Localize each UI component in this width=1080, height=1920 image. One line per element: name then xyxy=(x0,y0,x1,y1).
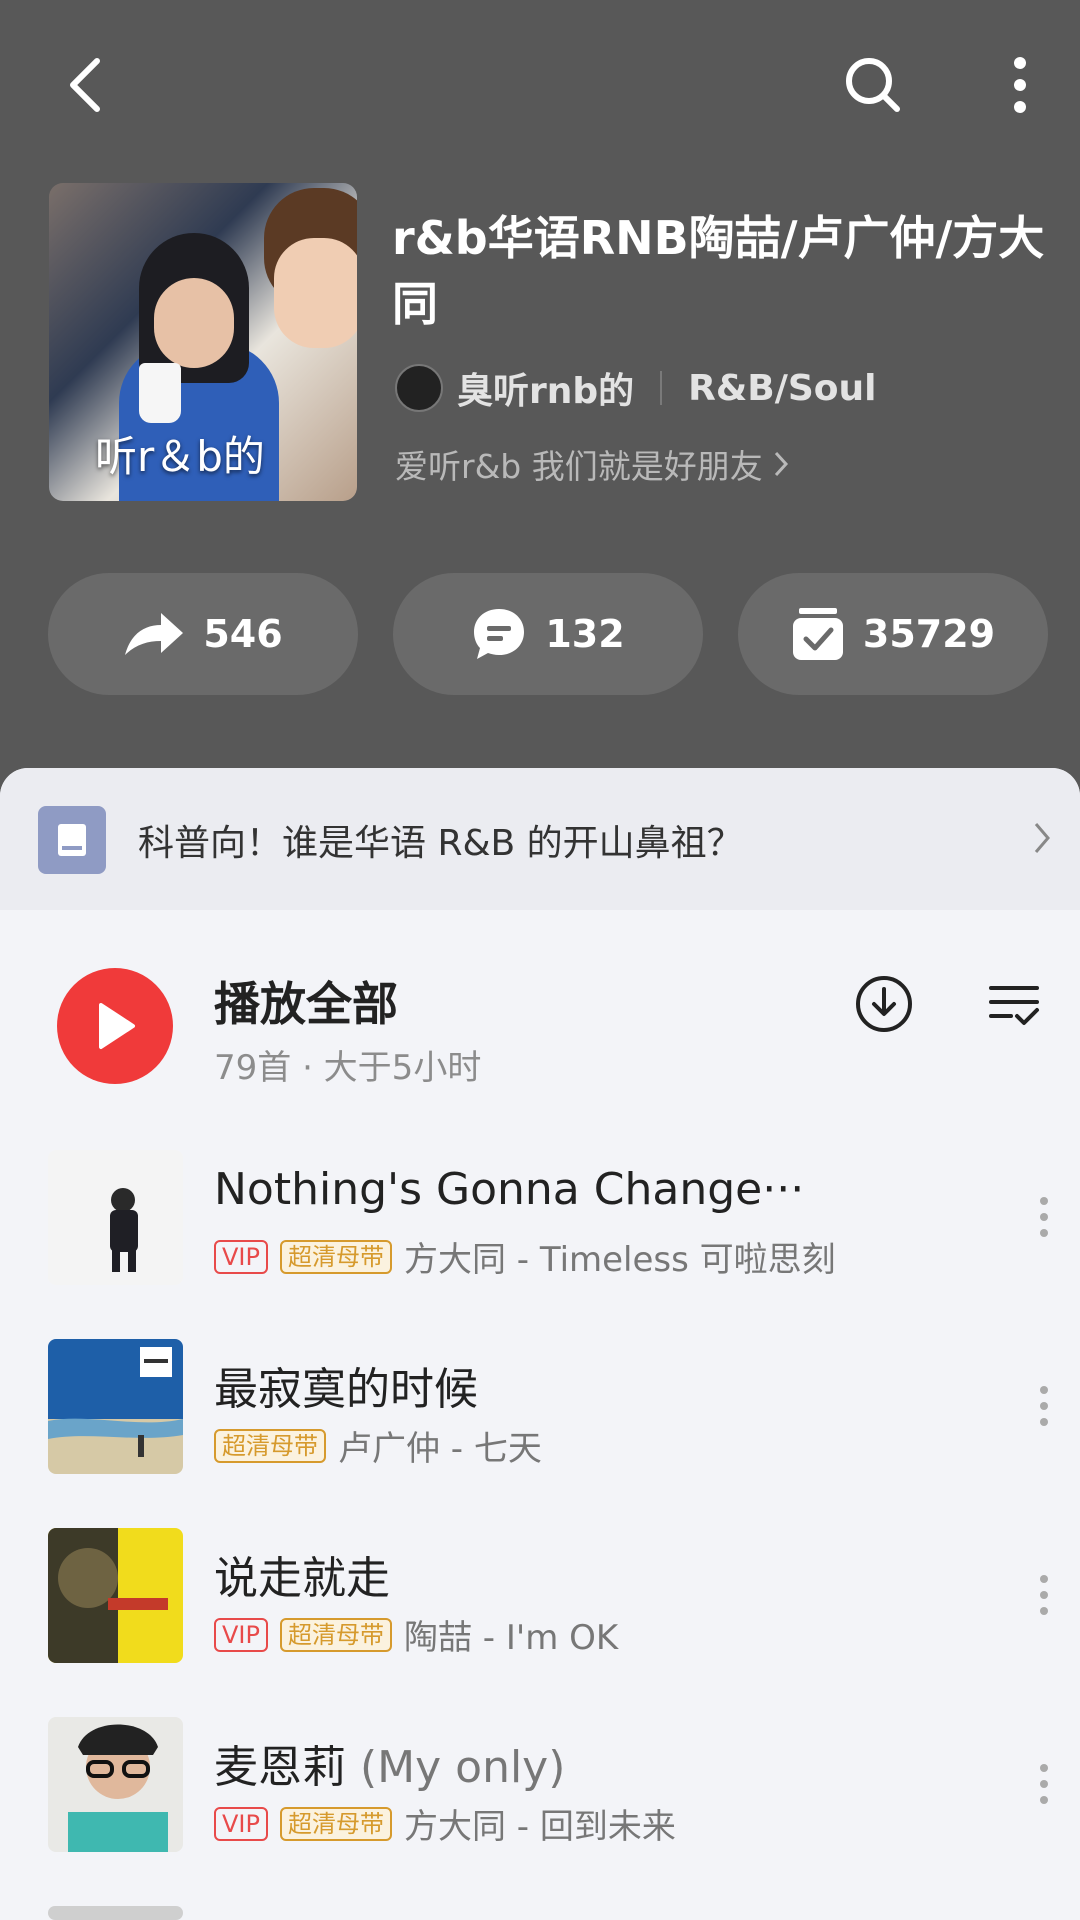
playlist-cover[interactable]: 听r＆b的 xyxy=(49,183,357,501)
song-meta: VIP 超清母带 方大同 - 回到未来 xyxy=(214,1799,676,1848)
more-vertical-icon xyxy=(1040,1575,1048,1615)
chevron-right-icon xyxy=(1034,823,1050,853)
playlist-title: r&b华语RNB陶喆/卢广仲/方大同 xyxy=(392,211,1045,331)
playlist-description[interactable]: 爱听r&b 我们就是好朋友 xyxy=(395,440,791,488)
song-artist-album: 方大同 - 回到未来 xyxy=(403,1807,676,1847)
song-artist-album: 方大同 - Timeless 可啦思刻 xyxy=(403,1240,836,1280)
quality-badge: 超清母带 xyxy=(214,1428,326,1463)
song-artist-album: 陶喆 - I'm OK xyxy=(403,1618,619,1658)
song-list-sheet: 科普向！谁是华语 R&B 的开山鼻祖？ 播放全部 79首 · 大于5小时 Not… xyxy=(0,768,1080,1920)
song-row[interactable]: 麦恩莉 (My only) VIP 超清母带 方大同 - 回到未来 xyxy=(0,1717,1080,1857)
back-button[interactable] xyxy=(55,50,115,120)
back-arrow-icon xyxy=(70,58,100,112)
quality-badge: 超清母带 xyxy=(279,1617,392,1652)
song-row[interactable]: Nothing's Gonna Change··· VIP 超清母带 方大同 -… xyxy=(0,1150,1080,1290)
play-icon xyxy=(99,1003,135,1049)
song-title: 说走就走 xyxy=(214,1553,390,1604)
list-check-icon xyxy=(989,986,1039,1025)
vip-badge: VIP xyxy=(214,1239,268,1274)
song-row[interactable] xyxy=(0,1906,1080,1920)
song-artist-album: 卢广仲 - 七天 xyxy=(338,1429,542,1469)
more-vertical-icon xyxy=(1014,57,1026,113)
creator-avatar[interactable] xyxy=(395,364,443,412)
share-button[interactable]: 546 xyxy=(48,573,358,695)
comment-button[interactable]: 132 xyxy=(393,573,703,695)
notice-banner[interactable]: 科普向！谁是华语 R&B 的开山鼻祖？ xyxy=(0,768,1080,910)
song-title: Nothing's Gonna Change··· xyxy=(214,1164,805,1215)
song-meta: VIP 超清母带 方大同 - Timeless 可啦思刻 xyxy=(214,1232,836,1281)
download-icon xyxy=(856,976,912,1032)
album-art xyxy=(48,1717,183,1852)
more-vertical-icon xyxy=(1040,1197,1048,1237)
chevron-right-icon xyxy=(774,451,788,477)
notice-text: 科普向！谁是华语 R&B 的开山鼻祖？ xyxy=(138,823,743,864)
search-icon xyxy=(846,58,900,112)
more-vertical-icon xyxy=(1040,1764,1048,1804)
cover-caption: 听r＆b的 xyxy=(95,432,265,481)
description-text: 爱听r&b 我们就是好朋友 xyxy=(395,447,763,486)
search-button[interactable] xyxy=(840,52,906,118)
share-count: 546 xyxy=(203,612,283,656)
album-art xyxy=(48,1150,183,1285)
song-more-button[interactable] xyxy=(1038,1195,1050,1243)
album-art xyxy=(48,1339,183,1474)
album-art xyxy=(48,1906,183,1920)
song-meta: VIP 超清母带 陶喆 - I'm OK xyxy=(214,1610,618,1659)
comment-count: 132 xyxy=(545,612,625,656)
quality-badge: 超清母带 xyxy=(279,1806,392,1841)
collect-count: 35729 xyxy=(862,612,996,656)
song-title: 最寂寞的时候 xyxy=(214,1364,478,1415)
share-icon xyxy=(125,613,184,655)
album-art xyxy=(48,1528,183,1663)
song-row[interactable]: 说走就走 VIP 超清母带 陶喆 - I'm OK xyxy=(0,1528,1080,1668)
multi-select-button[interactable] xyxy=(982,972,1046,1036)
song-more-button[interactable] xyxy=(1038,1573,1050,1621)
genre-tag[interactable]: R&B/Soul xyxy=(688,368,876,409)
creator-name[interactable]: 臭听rnb的 xyxy=(457,362,634,414)
song-title: 麦恩莉 (My only) xyxy=(214,1742,566,1793)
divider xyxy=(660,371,663,405)
song-row[interactable]: 最寂寞的时候 超清母带 卢广仲 - 七天 xyxy=(0,1339,1080,1479)
book-icon xyxy=(38,806,106,874)
collect-button[interactable]: 35729 xyxy=(738,573,1048,695)
more-button[interactable] xyxy=(995,52,1045,118)
more-vertical-icon xyxy=(1040,1386,1048,1426)
playlist-summary: 79首 · 大于5小时 xyxy=(214,1048,482,1088)
collect-icon xyxy=(792,608,843,660)
song-meta: 超清母带 卢广仲 - 七天 xyxy=(214,1421,542,1470)
song-more-button[interactable] xyxy=(1038,1384,1050,1432)
play-all-label[interactable]: 播放全部 xyxy=(214,968,398,1034)
creator-row[interactable]: 臭听rnb的 R&B/Soul xyxy=(395,362,877,414)
vip-badge: VIP xyxy=(214,1806,268,1841)
song-more-button[interactable] xyxy=(1038,1762,1050,1810)
vip-badge: VIP xyxy=(214,1617,268,1652)
playlist-header: 听r＆b的 r&b华语RNB陶喆/卢广仲/方大同 臭听rnb的 R&B/Soul… xyxy=(0,0,1080,800)
play-all-button[interactable] xyxy=(57,968,173,1084)
quality-badge: 超清母带 xyxy=(279,1239,392,1274)
download-button[interactable] xyxy=(852,972,916,1036)
comment-icon xyxy=(474,609,525,659)
